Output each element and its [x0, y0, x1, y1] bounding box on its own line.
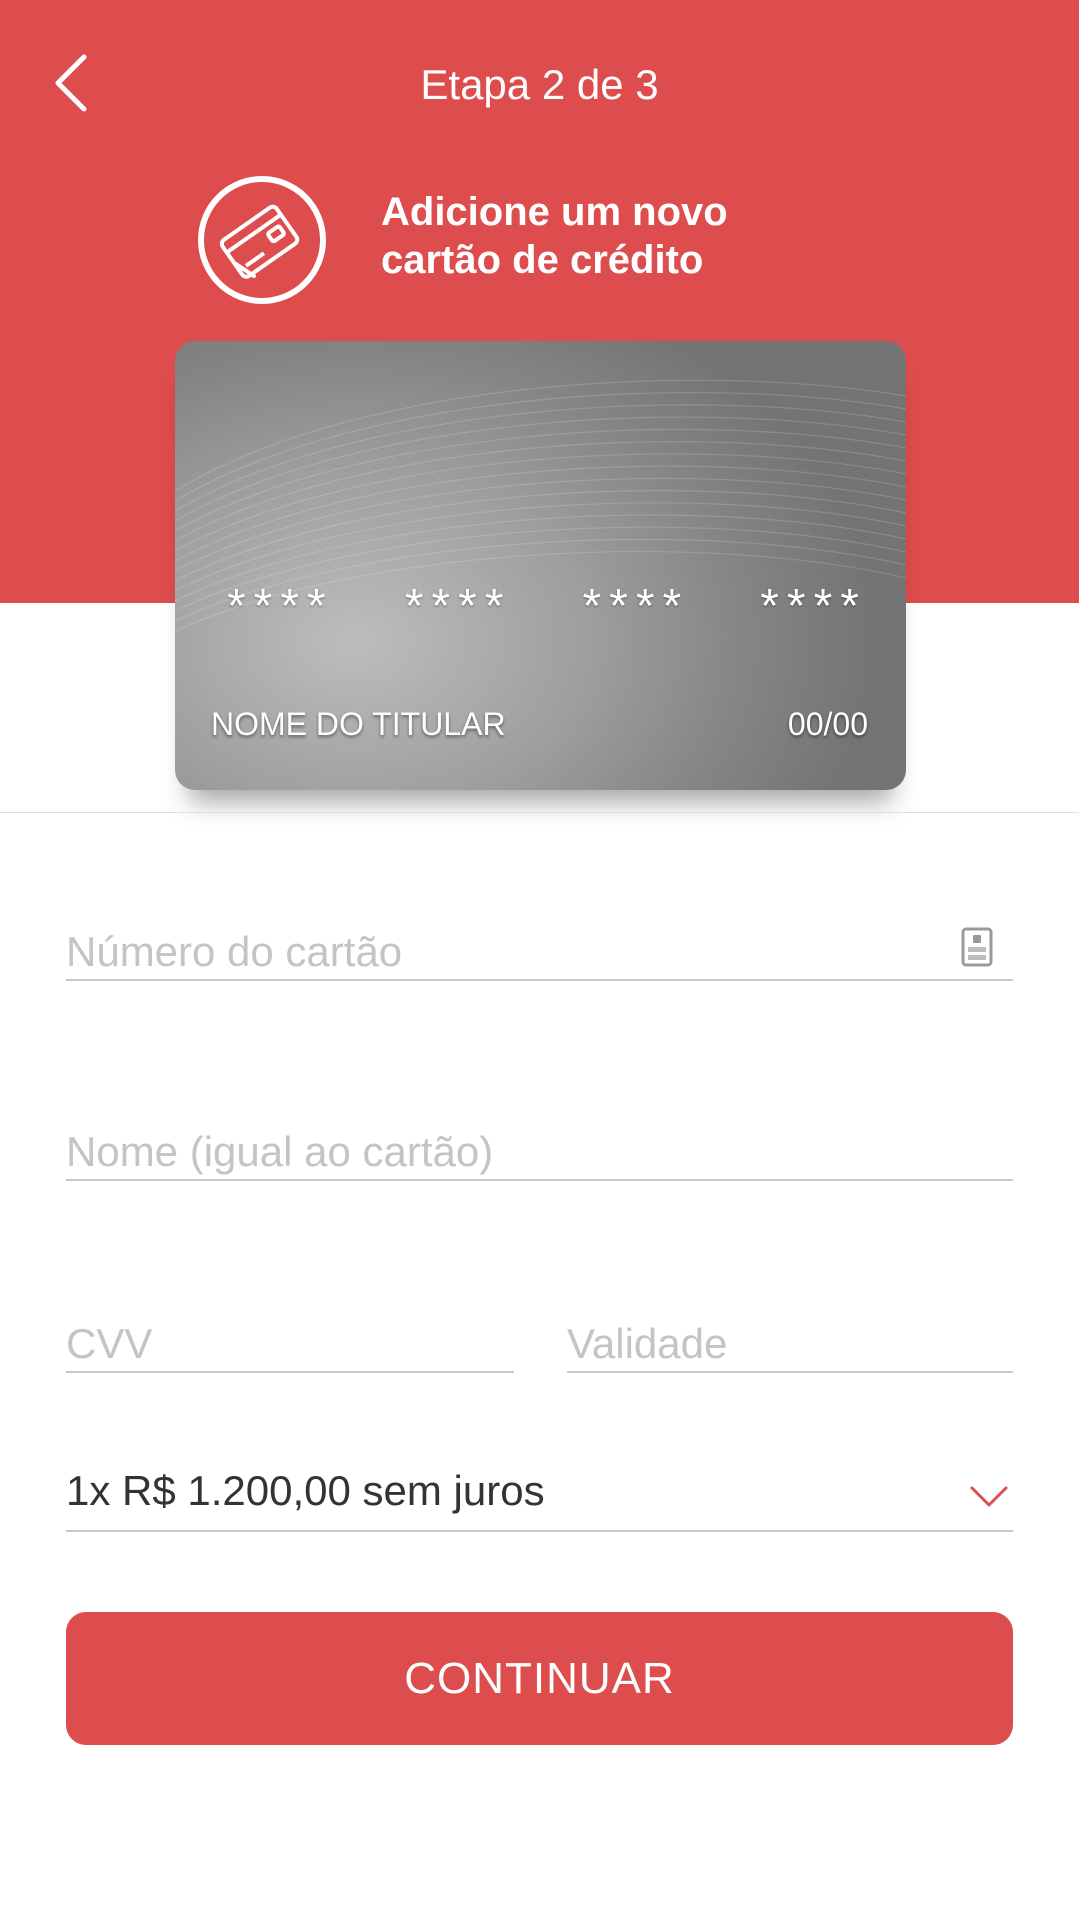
- card-number-input[interactable]: [66, 925, 1013, 979]
- credit-card-preview: **** **** **** **** NOME DO TITULAR 00/0…: [175, 341, 906, 790]
- card-number-field: [66, 925, 1013, 981]
- card-number-group: ****: [404, 580, 512, 633]
- credit-card-icon: [198, 176, 326, 304]
- headline-line-1: Adicione um novo: [381, 190, 728, 234]
- add-card-screen: Etapa 2 de 3 Adicione um novo cartão de …: [0, 0, 1079, 1919]
- cvv-field: [66, 1317, 514, 1373]
- card-holder-name: NOME DO TITULAR: [211, 706, 506, 742]
- card-expiry: 00/00: [787, 706, 868, 742]
- name-field: [66, 1125, 1013, 1181]
- expiry-field: [567, 1317, 1013, 1373]
- card-number-mask: **** **** **** ****: [227, 579, 867, 634]
- card-number-group: ****: [582, 580, 690, 633]
- section-divider: [0, 812, 1079, 813]
- step-title: Etapa 2 de 3: [420, 61, 659, 108]
- card-scan-icon[interactable]: [961, 927, 993, 967]
- continue-button[interactable]: CONTINUAR: [66, 1612, 1013, 1745]
- cvv-input[interactable]: [66, 1317, 514, 1371]
- installments-select[interactable]: 1x R$ 1.200,00 sem juros: [66, 1461, 1013, 1532]
- headline-line-2: cartão de crédito: [381, 238, 704, 282]
- card-number-group: ****: [227, 580, 334, 633]
- headline: Adicione um novo cartão de crédito: [381, 188, 901, 284]
- installments-value: 1x R$ 1.200,00 sem juros: [66, 1467, 545, 1514]
- name-input[interactable]: [66, 1125, 1013, 1179]
- card-number-group: ****: [760, 580, 867, 633]
- chevron-down-icon: [970, 1486, 1008, 1507]
- expiry-input[interactable]: [567, 1317, 1013, 1371]
